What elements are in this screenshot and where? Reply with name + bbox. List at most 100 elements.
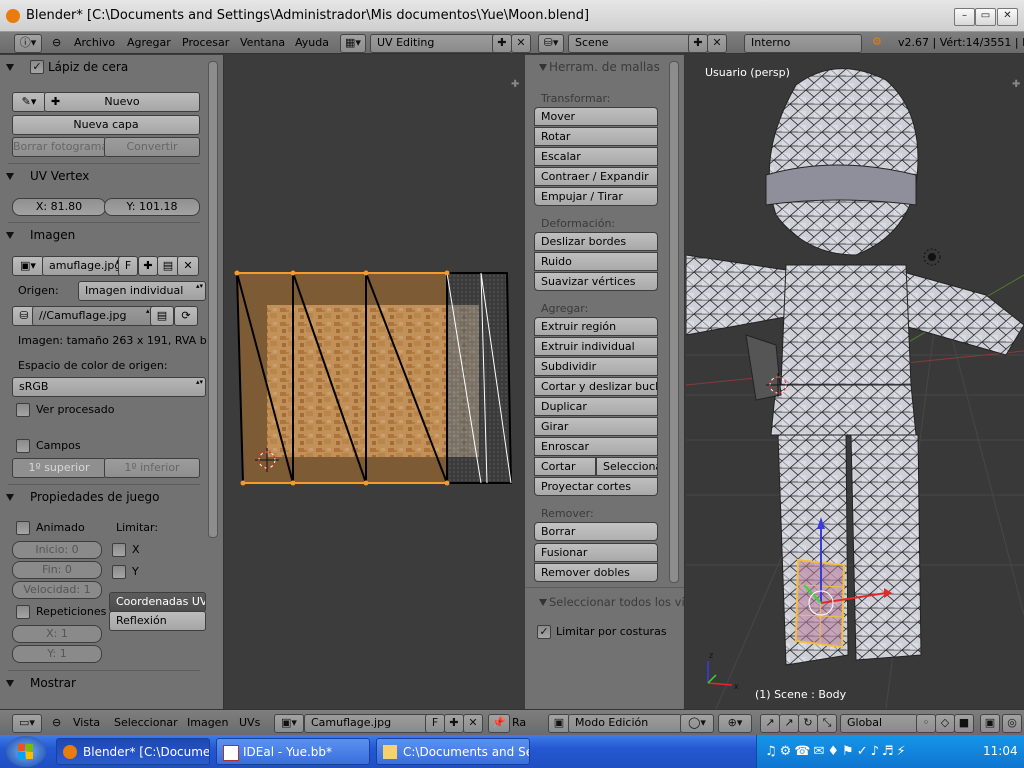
fake-user-button[interactable]: F bbox=[118, 256, 138, 276]
area-split-icon[interactable]: ✚ bbox=[511, 79, 519, 90]
lower-first-button[interactable]: 1º inferior bbox=[104, 458, 200, 478]
add-screen-button[interactable]: ✚ bbox=[492, 34, 512, 53]
fake-user-button[interactable]: F bbox=[425, 714, 445, 733]
mode-icon[interactable]: ▣ bbox=[548, 714, 570, 733]
maximize-button[interactable]: ▭ bbox=[975, 8, 996, 26]
limit-seams-checkbox[interactable]: ✓ bbox=[537, 625, 551, 639]
render-engine-select[interactable]: Interno bbox=[744, 34, 862, 53]
limit-y-checkbox[interactable] bbox=[112, 565, 126, 579]
screen-layout-field[interactable]: UV Editing bbox=[370, 34, 500, 53]
delete-frame-button[interactable]: Borrar fotograma bbox=[12, 137, 106, 157]
menu-archivo[interactable]: Archivo bbox=[74, 36, 115, 49]
tool-knife-select[interactable]: Selecciona bbox=[596, 457, 658, 476]
image-browse-icon[interactable]: ▣▾ bbox=[274, 714, 304, 733]
face-select-icon[interactable]: ■ bbox=[954, 714, 974, 733]
browse-file-icon[interactable]: ▤ bbox=[150, 306, 174, 326]
viewport-shading-icon[interactable]: ◯▾ bbox=[680, 714, 714, 733]
menu-uvs[interactable]: UVs bbox=[239, 716, 260, 729]
tool-loop-cut-slide[interactable]: Cortar y deslizar bucle bbox=[534, 377, 658, 396]
unlink-image-icon[interactable]: ✕ bbox=[177, 256, 199, 276]
uv-coords-option[interactable]: Coordenadas UV bbox=[109, 592, 206, 612]
open-folder-icon[interactable]: ▤ bbox=[157, 256, 179, 276]
panel-scrollbar[interactable] bbox=[208, 61, 218, 538]
collapse-triangle-icon[interactable] bbox=[6, 494, 14, 501]
menu-view[interactable]: Vista bbox=[73, 716, 100, 729]
limit-x-checkbox[interactable] bbox=[112, 543, 126, 557]
reflection-option[interactable]: Reflexión bbox=[109, 611, 206, 631]
repeat-y-field[interactable]: Y: 1 bbox=[12, 645, 102, 663]
collapse-menu-icon[interactable]: ⊖ bbox=[52, 716, 61, 729]
tool-extrude-region[interactable]: Extruir región bbox=[534, 317, 658, 336]
tool-merge[interactable]: Fusionar bbox=[534, 543, 658, 562]
editor-type-info-icon[interactable]: ⓘ▾ bbox=[14, 34, 42, 53]
grease-pencil-checkbox[interactable]: ✓ bbox=[30, 60, 44, 74]
menu-ayuda[interactable]: Ayuda bbox=[295, 36, 329, 49]
tool-duplicate[interactable]: Duplicar bbox=[534, 397, 658, 416]
task-blender[interactable]: Blender* [C:\Documen... bbox=[56, 738, 210, 765]
upper-first-button[interactable]: 1º superior bbox=[12, 458, 106, 478]
tool-move[interactable]: Mover bbox=[534, 107, 658, 126]
filepath-field[interactable]: //Camuflage.jpg bbox=[32, 306, 156, 326]
manipulator-toggle-icon[interactable]: ↗ bbox=[760, 714, 780, 733]
vertex-select-icon[interactable]: ◦ bbox=[916, 714, 936, 733]
collapse-triangle-icon[interactable] bbox=[6, 232, 14, 239]
3d-viewport[interactable]: z x ✚ Usuario (persp) (1) Scene : Body bbox=[686, 55, 1024, 709]
convert-button[interactable]: Convertir bbox=[104, 137, 200, 157]
collapse-menu-icon[interactable]: ⊖ bbox=[52, 36, 61, 49]
repeat-checkbox[interactable] bbox=[16, 605, 30, 619]
tool-knife-project[interactable]: Proyectar cortes bbox=[534, 477, 658, 496]
colorspace-select[interactable]: sRGB bbox=[12, 377, 206, 397]
collapse-triangle-icon[interactable] bbox=[6, 680, 14, 687]
reload-icon[interactable]: ⟳ bbox=[174, 306, 198, 326]
collapse-triangle-icon[interactable] bbox=[539, 599, 547, 606]
tool-delete-select[interactable]: Borrar bbox=[534, 522, 658, 541]
animated-checkbox[interactable] bbox=[16, 521, 30, 535]
add-image-icon[interactable]: ✚ bbox=[138, 256, 158, 276]
tool-push-pull[interactable]: Empujar / Tirar bbox=[534, 187, 658, 206]
anim-start-field[interactable]: Inicio: 0 bbox=[12, 541, 102, 559]
menu-agregar[interactable]: Agregar bbox=[127, 36, 171, 49]
tool-scale[interactable]: Escalar bbox=[534, 147, 658, 166]
uv-image-field[interactable]: Camuflage.jpg bbox=[304, 714, 432, 733]
uv-y-field[interactable]: Y: 101.18 bbox=[104, 198, 200, 216]
menu-select[interactable]: Seleccionar bbox=[114, 716, 178, 729]
edge-select-icon[interactable]: ◇ bbox=[935, 714, 955, 733]
tool-shrink-fatten[interactable]: Contraer / Expandir bbox=[534, 167, 658, 186]
minimize-button[interactable]: – bbox=[954, 8, 975, 26]
new-layer-button[interactable]: Nueva capa bbox=[12, 115, 200, 135]
add-image-icon[interactable]: ✚ bbox=[444, 714, 464, 733]
delete-scene-button[interactable]: ✕ bbox=[707, 34, 727, 53]
tool-remove-doubles[interactable]: Remover dobles bbox=[534, 563, 658, 582]
occlude-geometry-icon[interactable]: ▣ bbox=[980, 714, 1000, 733]
area-split-icon[interactable]: ✚ bbox=[1012, 79, 1020, 90]
task-ideal[interactable]: IDEal - Yue.bb* bbox=[216, 738, 370, 765]
start-button-icon[interactable] bbox=[6, 736, 46, 767]
uv-editor-canvas[interactable]: ✚ bbox=[225, 55, 524, 709]
screen-layout-icon[interactable]: ▦▾ bbox=[340, 34, 366, 53]
add-scene-button[interactable]: ✚ bbox=[688, 34, 708, 53]
tool-noise[interactable]: Ruido bbox=[534, 252, 658, 271]
menu-ventana[interactable]: Ventana bbox=[240, 36, 285, 49]
pencil-icon[interactable]: ✎▾ bbox=[12, 92, 46, 112]
anim-speed-field[interactable]: Velocidad: 1 bbox=[12, 581, 102, 599]
window-title-bar[interactable]: Blender* [C:\Documents and Settings\Admi… bbox=[0, 0, 1024, 32]
collapse-triangle-icon[interactable] bbox=[6, 173, 14, 180]
tool-rotate[interactable]: Rotar bbox=[534, 127, 658, 146]
delete-screen-button[interactable]: ✕ bbox=[511, 34, 531, 53]
rotate-manipulator-icon[interactable]: ↻ bbox=[798, 714, 818, 733]
collapse-triangle-icon[interactable] bbox=[6, 64, 14, 71]
pin-icon[interactable]: 📌 bbox=[488, 714, 510, 733]
anim-end-field[interactable]: Fin: 0 bbox=[12, 561, 102, 579]
mode-select[interactable]: Modo Edición bbox=[568, 714, 682, 733]
unlink-image-icon[interactable]: ✕ bbox=[463, 714, 483, 733]
origin-select[interactable]: Imagen individual bbox=[78, 281, 206, 301]
scene-icon[interactable]: ⛁▾ bbox=[538, 34, 564, 53]
scale-manipulator-icon[interactable]: ⤡ bbox=[817, 714, 837, 733]
tool-subdivide[interactable]: Subdividir bbox=[534, 357, 658, 376]
close-button[interactable]: ✕ bbox=[997, 8, 1018, 26]
tool-spin[interactable]: Girar bbox=[534, 417, 658, 436]
uv-x-field[interactable]: X: 81.80 bbox=[12, 198, 106, 216]
menu-image[interactable]: Imagen bbox=[187, 716, 228, 729]
translate-manipulator-icon[interactable]: ↗ bbox=[779, 714, 799, 733]
task-explorer[interactable]: C:\Documents and Set... bbox=[376, 738, 530, 765]
